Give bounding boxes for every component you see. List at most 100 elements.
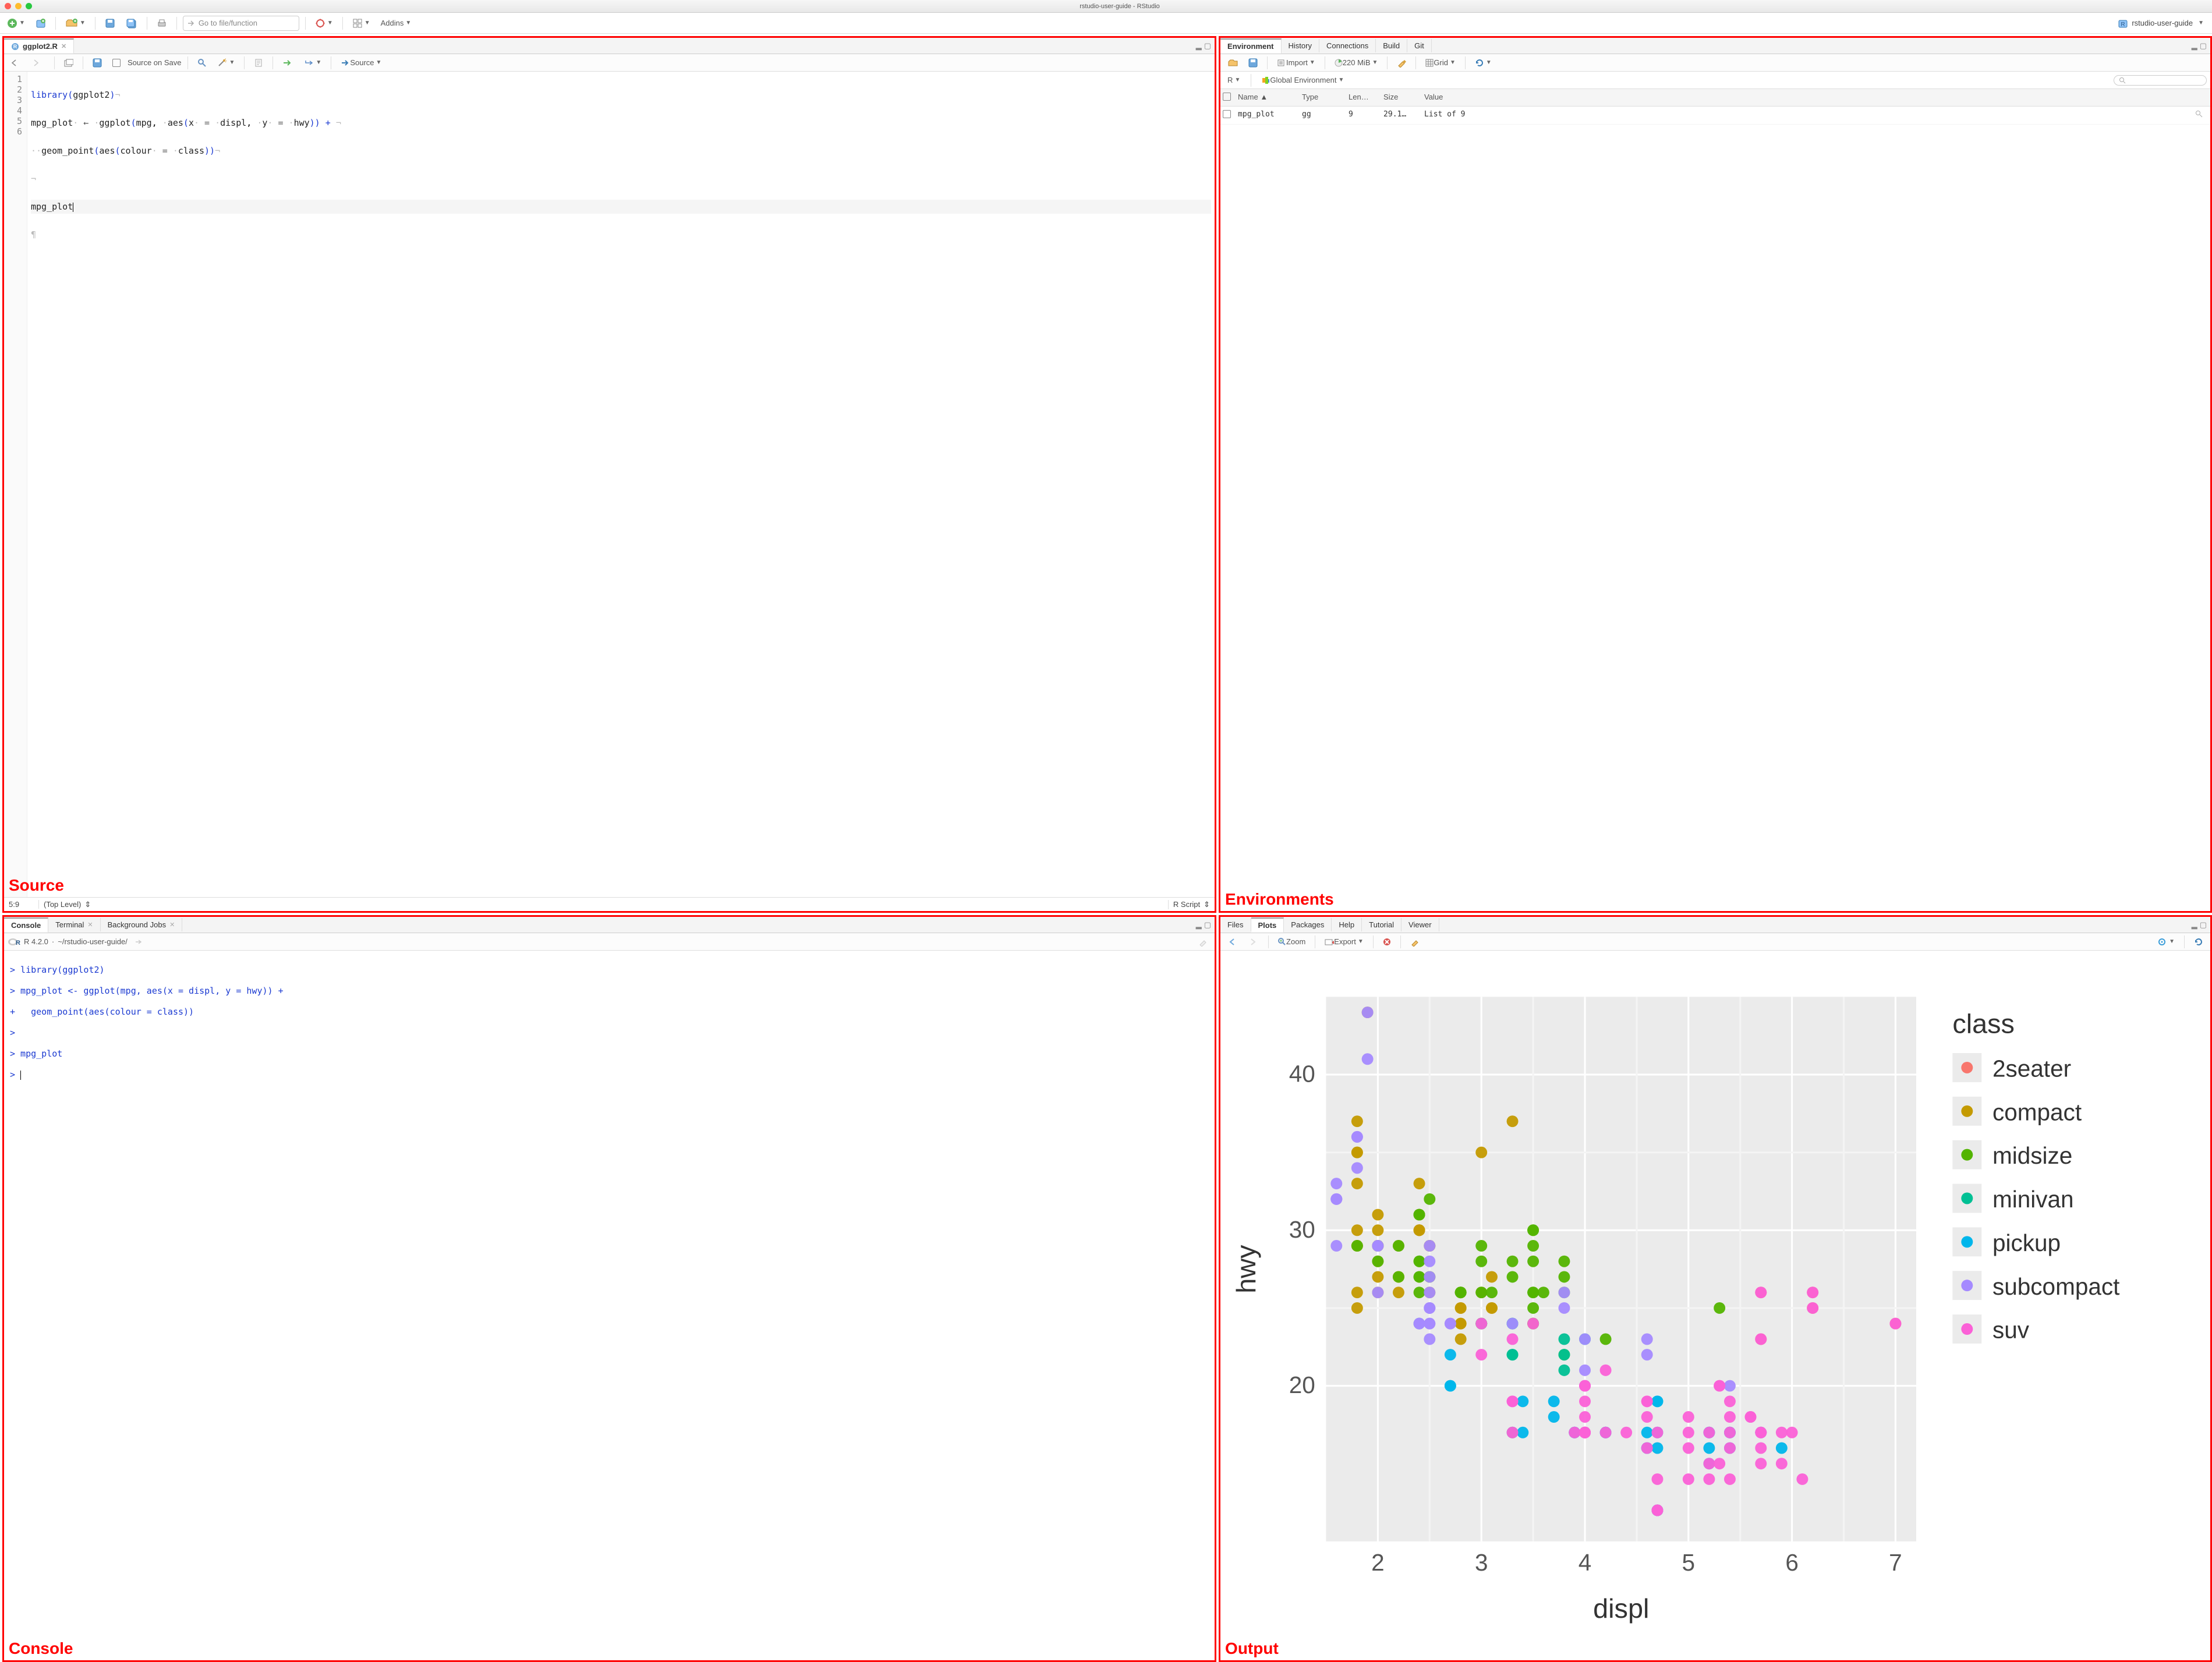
- refresh-plot-button[interactable]: [2190, 935, 2207, 948]
- tab-packages[interactable]: Packages: [1284, 918, 1332, 931]
- working-dir[interactable]: ~/rstudio-user-guide/: [58, 937, 128, 946]
- back-button[interactable]: [8, 57, 26, 69]
- zoom-window-button[interactable]: [26, 3, 32, 9]
- open-file-button[interactable]: ▼: [62, 16, 89, 30]
- svg-text:5: 5: [1682, 1549, 1696, 1576]
- source-tab-ggplot2[interactable]: R ggplot2.R ✕: [4, 38, 74, 54]
- close-window-button[interactable]: [5, 3, 11, 9]
- panes-button[interactable]: ▼: [349, 16, 374, 30]
- maximize-pane-icon[interactable]: ▢: [1204, 920, 1211, 930]
- file-type-selector[interactable]: R Script ⇕: [1168, 900, 1215, 909]
- maximize-pane-icon[interactable]: ▢: [2200, 41, 2207, 51]
- zoom-plot-button[interactable]: Zoom: [1275, 935, 1309, 948]
- prev-plot-button[interactable]: [1224, 936, 1241, 948]
- export-plot-button[interactable]: Export▼: [1321, 935, 1367, 948]
- tab-console[interactable]: Console: [4, 917, 48, 933]
- save-all-button[interactable]: [122, 16, 141, 30]
- source-on-save-label: Source on Save: [128, 58, 182, 67]
- language-scope-button[interactable]: R▼: [1224, 74, 1244, 86]
- minimize-pane-icon[interactable]: ▂: [2192, 41, 2197, 51]
- minimize-pane-icon[interactable]: ▂: [1196, 920, 1202, 930]
- source-button[interactable]: Source▼: [337, 56, 385, 69]
- col-value[interactable]: Value: [1422, 91, 2193, 104]
- maximize-pane-icon[interactable]: ▢: [2200, 920, 2207, 930]
- project-menu-button[interactable]: R rstudio-user-guide ▼: [2113, 16, 2209, 31]
- tab-terminal[interactable]: Terminal✕: [48, 918, 100, 931]
- inspect-icon[interactable]: [2195, 110, 2203, 118]
- env-row[interactable]: mpg_plot gg 9 29.1… List of 9: [1220, 107, 2210, 125]
- svg-text:6: 6: [1785, 1549, 1799, 1576]
- new-file-button[interactable]: ▼: [3, 16, 29, 30]
- code-tools-button[interactable]: ▼: [214, 56, 239, 69]
- addins-button[interactable]: Addins▼: [377, 17, 415, 29]
- tab-background-jobs[interactable]: Background Jobs✕: [101, 918, 183, 931]
- col-size[interactable]: Size: [1381, 91, 1422, 104]
- source-statusbar: 5:9 (Top Level) ⇕ R Script ⇕: [4, 897, 1215, 911]
- next-plot-button[interactable]: [1245, 936, 1262, 948]
- environments-pane: Environment History Connections Build Gi…: [1219, 36, 2212, 913]
- save-button[interactable]: [89, 56, 105, 69]
- source-pane: R ggplot2.R ✕ ▂ ▢ Source on Save ▼: [2, 36, 1216, 913]
- tab-git[interactable]: Git: [1407, 39, 1432, 52]
- tab-connections[interactable]: Connections: [1319, 39, 1376, 52]
- tab-help[interactable]: Help: [1332, 918, 1362, 931]
- tab-build[interactable]: Build: [1376, 39, 1407, 52]
- close-terminal-icon[interactable]: ✕: [87, 921, 93, 929]
- publish-button[interactable]: ▼: [2154, 936, 2178, 948]
- source-button-label: Source: [350, 58, 374, 67]
- run-button[interactable]: [279, 57, 296, 69]
- env-scope-bar: R▼ Global Environment▼: [1220, 72, 2210, 89]
- scope-selector[interactable]: (Top Level) ⇕: [39, 900, 1168, 909]
- source-on-save-checkbox[interactable]: [109, 57, 124, 69]
- forward-button[interactable]: [30, 57, 48, 69]
- minimize-pane-icon[interactable]: ▂: [2192, 920, 2197, 930]
- save-current-button[interactable]: [101, 16, 119, 30]
- env-search-input[interactable]: [2114, 75, 2207, 86]
- tab-files[interactable]: Files: [1220, 918, 1251, 931]
- load-workspace-button[interactable]: [1224, 56, 1241, 69]
- code-content[interactable]: library(ggplot2)¬ mpg_plot· ← ·ggplot(mp…: [27, 72, 1215, 897]
- minimize-window-button[interactable]: [15, 3, 22, 9]
- close-tab-icon[interactable]: ✕: [61, 42, 66, 50]
- goto-file-function-input[interactable]: Go to file/function: [183, 16, 299, 31]
- goto-workdir-button[interactable]: [131, 937, 146, 947]
- col-name[interactable]: Name ▲: [1236, 91, 1300, 104]
- env-scope-button[interactable]: Global Environment▼: [1258, 74, 1347, 86]
- knit-button[interactable]: ▼: [312, 16, 337, 30]
- new-project-button[interactable]: [32, 16, 49, 30]
- col-type[interactable]: Type: [1300, 91, 1346, 104]
- svg-text:20: 20: [1289, 1372, 1315, 1398]
- find-button[interactable]: [194, 56, 210, 69]
- close-jobs-icon[interactable]: ✕: [169, 921, 175, 929]
- minimize-pane-icon[interactable]: ▂: [1196, 41, 1202, 51]
- clear-all-plots-button[interactable]: [1407, 935, 1423, 948]
- tab-plots[interactable]: Plots: [1251, 917, 1284, 933]
- maximize-pane-icon[interactable]: ▢: [1204, 41, 1211, 51]
- clear-console-button[interactable]: [1195, 935, 1211, 948]
- console-output[interactable]: > library(ggplot2) > mpg_plot <- ggplot(…: [4, 951, 1215, 1660]
- tab-environment[interactable]: Environment: [1220, 38, 1281, 54]
- goto-arrow-icon: [187, 19, 195, 27]
- memory-usage-button[interactable]: 220 MiB▼: [1331, 56, 1382, 69]
- select-all-checkbox[interactable]: [1223, 93, 1231, 101]
- col-length[interactable]: Len…: [1346, 91, 1381, 104]
- environment-icon: [1262, 76, 1270, 84]
- svg-text:30: 30: [1289, 1216, 1315, 1243]
- rerun-button[interactable]: ▼: [300, 57, 325, 69]
- print-button[interactable]: [153, 16, 171, 30]
- view-mode-button[interactable]: Grid▼: [1422, 56, 1459, 69]
- clear-workspace-button[interactable]: [1393, 56, 1410, 69]
- code-editor[interactable]: 1 2 3 4 5 6 library(ggplot2)¬ mpg_plot· …: [4, 72, 1215, 897]
- import-button[interactable]: Import▼: [1273, 56, 1319, 69]
- show-in-new-window-button[interactable]: [61, 57, 77, 69]
- compile-report-button[interactable]: [250, 56, 267, 69]
- svg-text:pickup: pickup: [1992, 1229, 2061, 1256]
- refresh-button[interactable]: ▼: [1471, 56, 1495, 69]
- tab-viewer[interactable]: Viewer: [1401, 918, 1439, 931]
- row-checkbox[interactable]: [1223, 110, 1231, 118]
- project-name: rstudio-user-guide: [2132, 19, 2193, 27]
- tab-history[interactable]: History: [1282, 39, 1319, 52]
- save-workspace-button[interactable]: [1245, 56, 1261, 69]
- tab-tutorial[interactable]: Tutorial: [1362, 918, 1401, 931]
- remove-plot-button[interactable]: [1379, 936, 1395, 948]
